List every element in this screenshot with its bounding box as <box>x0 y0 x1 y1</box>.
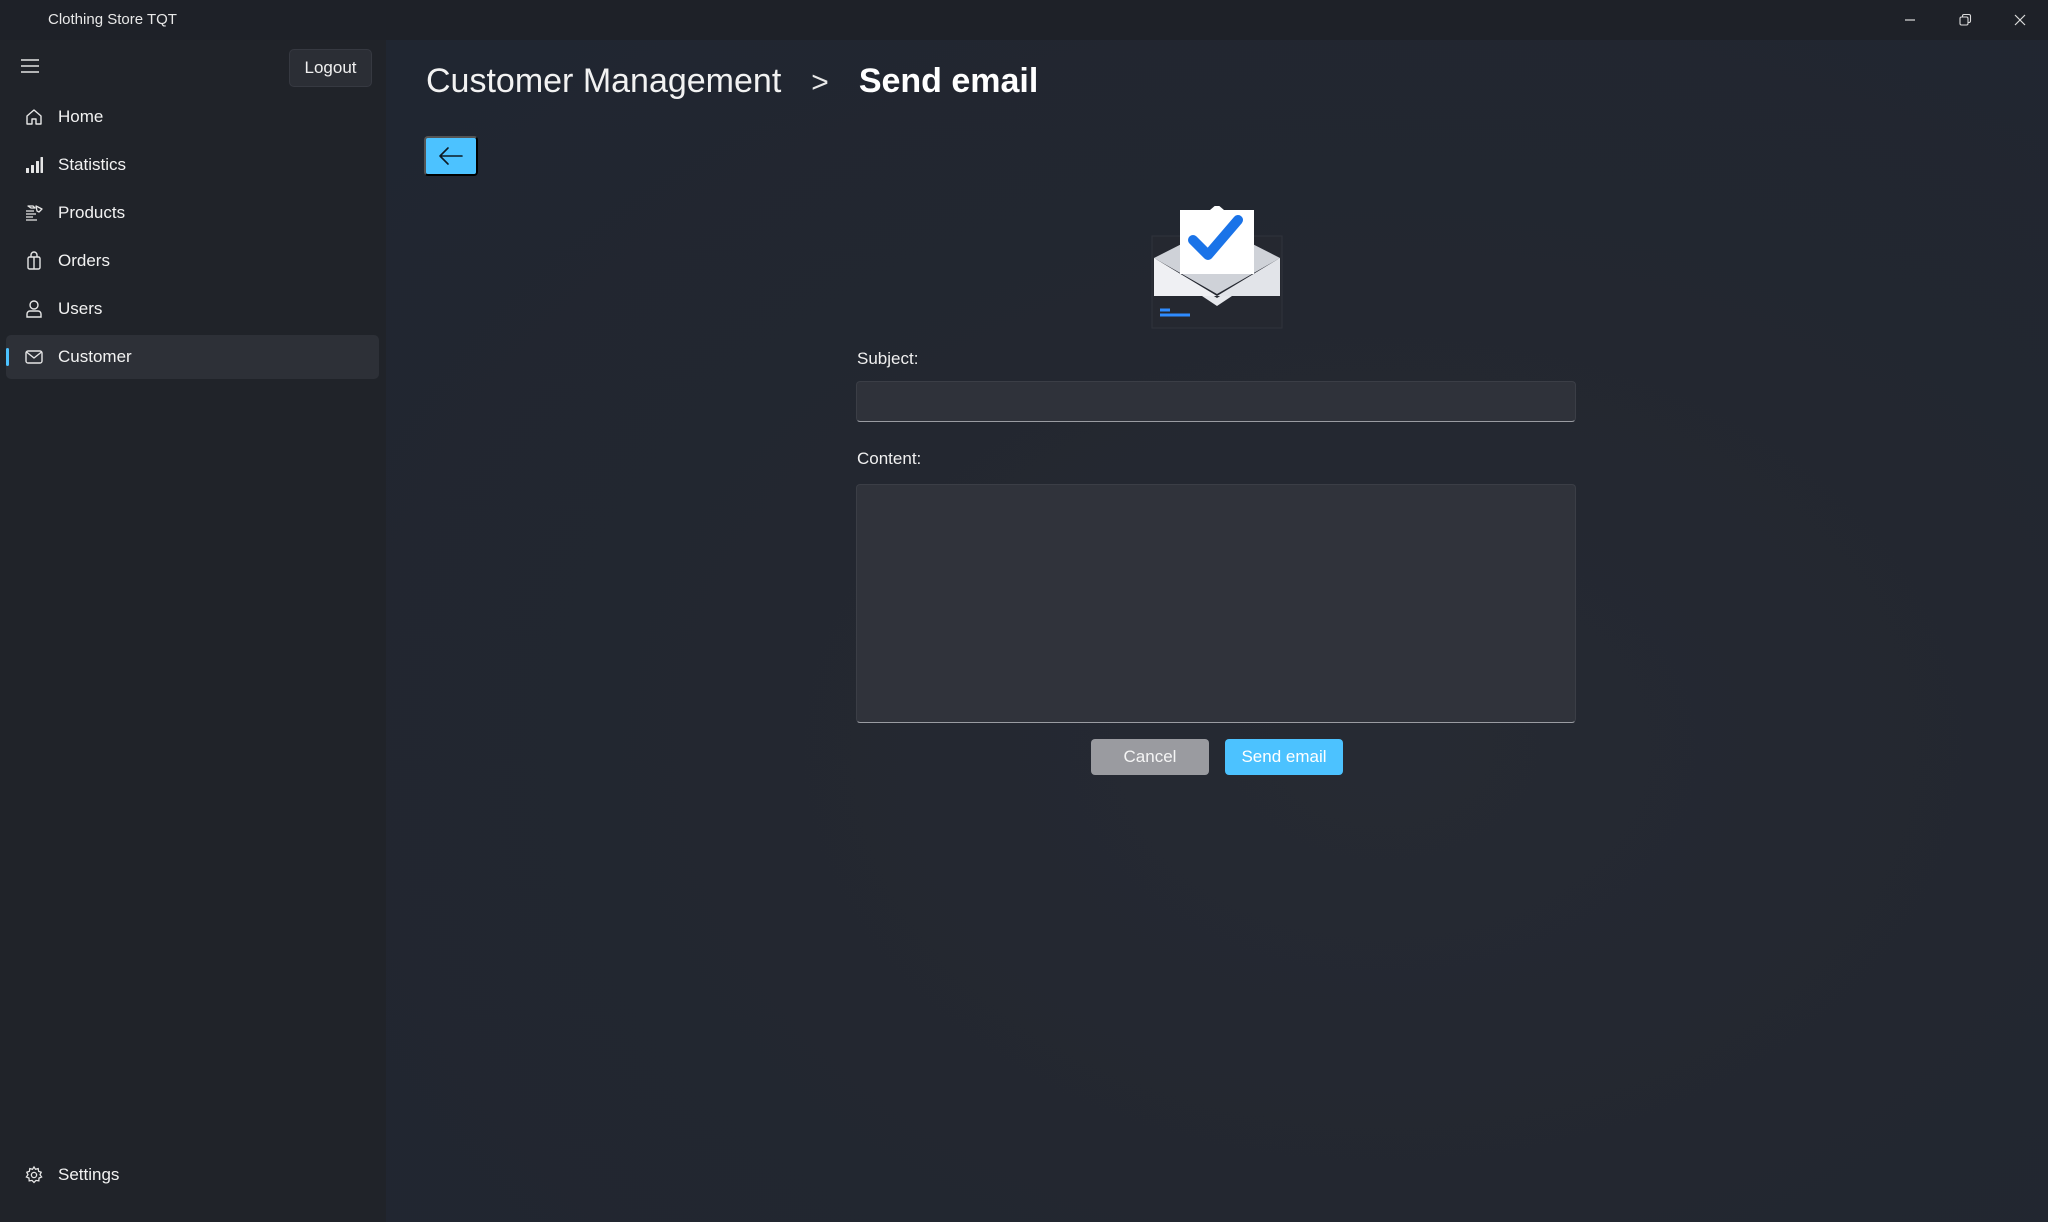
sidebar-item-label: Orders <box>58 251 110 270</box>
sidebar-item-statistics[interactable]: Statistics <box>6 143 379 187</box>
subject-input[interactable] <box>856 381 1576 422</box>
title-bar: Clothing Store TQT <box>0 0 2048 40</box>
shopping-bag-icon <box>12 239 56 283</box>
email-check-icon <box>1151 206 1283 329</box>
arrow-left-icon <box>439 147 463 165</box>
subject-label: Subject: <box>857 349 919 368</box>
close-icon[interactable] <box>1992 0 2048 40</box>
main-content: Customer Management > Send email Subject… <box>386 40 2048 1222</box>
content-label: Content: <box>857 449 922 468</box>
sidebar-item-label: Users <box>58 299 103 318</box>
sidebar-item-settings[interactable]: Settings <box>6 1153 379 1197</box>
sidebar-item-users[interactable]: Users <box>6 287 379 331</box>
sidebar-item-label: Statistics <box>58 155 127 174</box>
mail-icon <box>12 335 56 379</box>
sidebar-item-label: Customer <box>58 347 132 366</box>
user-icon <box>12 287 56 331</box>
sidebar-item-orders[interactable]: Orders <box>6 239 379 283</box>
sidebar-item-label: Settings <box>58 1165 120 1184</box>
home-icon <box>12 95 56 139</box>
breadcrumb-parent[interactable]: Customer Management <box>426 62 781 101</box>
gear-icon <box>12 1153 56 1197</box>
sidebar-item-products[interactable]: Products <box>6 191 379 235</box>
restore-icon[interactable] <box>1937 0 1993 40</box>
minimize-icon[interactable] <box>1882 0 1938 40</box>
cancel-button[interactable]: Cancel <box>1091 739 1209 775</box>
sidebar: Logout Home Statistics Products Orders U… <box>0 40 386 1222</box>
page-title: Send email <box>858 62 1039 100</box>
sidebar-item-label: Home <box>58 107 104 126</box>
sidebar-item-customer[interactable]: Customer <box>6 335 379 379</box>
back-button[interactable] <box>424 136 478 176</box>
logout-button[interactable]: Logout <box>289 49 372 87</box>
content-textarea[interactable] <box>856 484 1576 723</box>
hamburger-menu-icon[interactable] <box>10 48 50 84</box>
bar-chart-icon <box>12 143 56 187</box>
send-email-button[interactable]: Send email <box>1225 739 1343 775</box>
breadcrumb-separator: > <box>811 66 829 99</box>
breadcrumb: Customer Management > Send email <box>426 62 1038 101</box>
sidebar-item-home[interactable]: Home <box>6 95 379 139</box>
products-icon <box>12 191 56 235</box>
sidebar-item-label: Products <box>58 203 126 222</box>
app-title: Clothing Store TQT <box>48 11 177 28</box>
app-window: Clothing Store TQT Logout Home Statistic… <box>0 0 2048 1222</box>
